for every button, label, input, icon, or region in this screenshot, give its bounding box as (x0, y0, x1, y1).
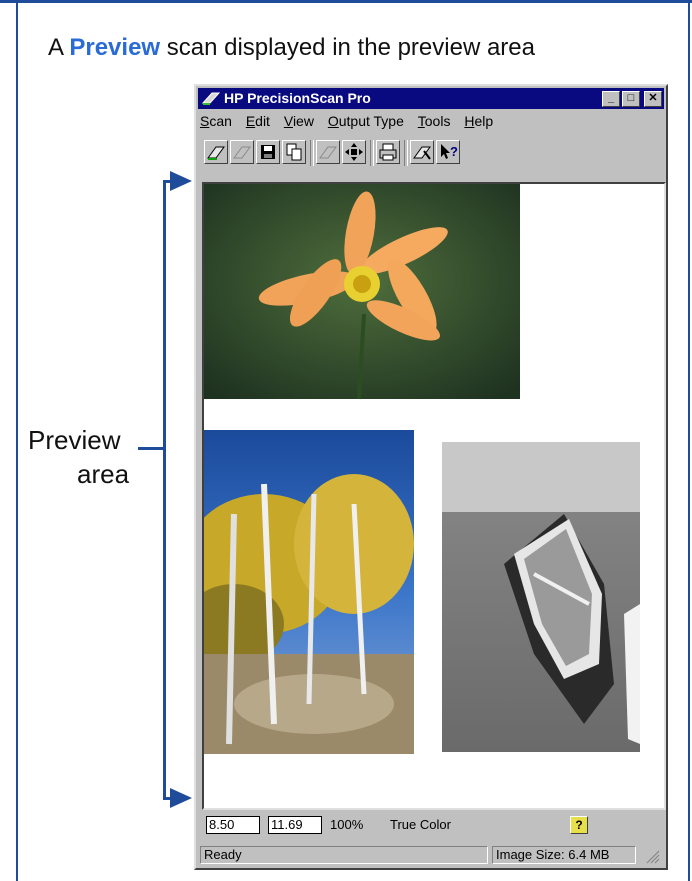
maximize-button[interactable]: □ (622, 91, 640, 107)
scan-button[interactable] (204, 140, 228, 164)
scan-again-button[interactable] (230, 140, 254, 164)
copy-icon (286, 143, 302, 161)
menu-tools[interactable]: Tools (418, 113, 451, 129)
caption-rest: scan displayed in the preview area (166, 34, 535, 61)
width-field[interactable]: 8.50 (206, 816, 260, 834)
figure-caption: A Preview scan displayed in the preview … (48, 34, 535, 62)
menu-scan-accel: S (200, 113, 210, 129)
context-help-button[interactable]: ? (436, 140, 460, 164)
scale-value: 100% (330, 817, 364, 832)
dimension-bar: 8.50 11.69 100% True Color ? (200, 814, 662, 838)
menu-bar: Scan Edit View Output Type Tools Help (200, 113, 503, 133)
save-button[interactable] (256, 140, 280, 164)
scan-disabled-icon (233, 146, 251, 159)
status-bar: Ready Image Size: 6.4 MB (200, 844, 662, 866)
menu-output-type-accel: O (327, 113, 339, 129)
bracket-label-line (138, 447, 165, 450)
toolbar-separator-2 (370, 140, 374, 166)
preview-scan-image (204, 184, 664, 808)
print-icon (379, 143, 397, 161)
preview-label-line1: Preview (28, 425, 121, 455)
resize-grip-icon[interactable] (644, 848, 660, 864)
title-bar[interactable]: HP PrecisionScan Pro _ □ ✕ (198, 88, 664, 109)
copy-button[interactable] (282, 140, 306, 164)
caption-prefix: A (48, 34, 63, 61)
menu-view[interactable]: View (284, 113, 314, 129)
preview-area[interactable] (202, 182, 666, 810)
menu-edit-label: dit (255, 113, 270, 129)
height-field[interactable]: 11.69 (268, 816, 322, 834)
arrow-top-icon (170, 171, 192, 191)
window-title: HP PrecisionScan Pro (224, 90, 371, 106)
arrow-bottom-icon (170, 788, 192, 808)
frame-left-border (16, 0, 18, 881)
menu-help[interactable]: Help (464, 113, 493, 129)
toolbar: ? (200, 138, 660, 168)
scan-settings-button[interactable] (410, 140, 434, 164)
output-type-value: True Color (390, 817, 451, 832)
menu-view-label: iew (292, 113, 314, 129)
aspen-photo (204, 430, 414, 754)
close-button[interactable]: ✕ (644, 91, 662, 107)
app-window: HP PrecisionScan Pro _ □ ✕ Scan Edit Vie… (194, 84, 668, 870)
svg-text:?: ? (450, 144, 458, 159)
settings-icon (413, 146, 431, 160)
frame-top-border (0, 0, 692, 3)
app-scanner-icon (202, 92, 220, 105)
minimize-button[interactable]: _ (602, 91, 620, 107)
scan-icon (207, 146, 225, 160)
menu-scan-label: can (209, 113, 232, 129)
menu-help-label: elp (474, 113, 494, 129)
menu-tools-label: ools (424, 113, 451, 129)
preview-label-line2: area (77, 459, 130, 489)
send-to-button[interactable] (316, 140, 340, 164)
caption-keyword: Preview (69, 34, 161, 61)
menu-scan[interactable]: Scan (200, 113, 232, 129)
menu-edit[interactable]: Edit (246, 113, 270, 129)
preview-bracket (163, 180, 166, 800)
menu-output-type[interactable]: Output Type (328, 113, 404, 129)
context-help-icon: ? (441, 144, 458, 159)
send-disabled-icon (319, 146, 337, 159)
status-ready: Ready (200, 846, 488, 864)
boat-photo (442, 442, 640, 752)
help-button[interactable]: ? (570, 816, 588, 834)
menu-output-type-label: utput Type (338, 113, 404, 129)
status-image-size: Image Size: 6.4 MB (492, 846, 636, 864)
menu-edit-accel: E (245, 113, 256, 129)
toolbar-separator (310, 140, 314, 166)
save-icon (261, 145, 275, 159)
print-button[interactable] (376, 140, 400, 164)
menu-view-accel: V (283, 113, 293, 129)
resize-button[interactable] (342, 140, 366, 164)
frame-right-border (688, 0, 690, 881)
lily-photo (204, 184, 520, 400)
resize-icon (345, 143, 363, 161)
toolbar-separator-3 (404, 140, 408, 166)
menu-help-accel: H (464, 113, 475, 129)
menu-tools-accel: T (417, 113, 425, 129)
